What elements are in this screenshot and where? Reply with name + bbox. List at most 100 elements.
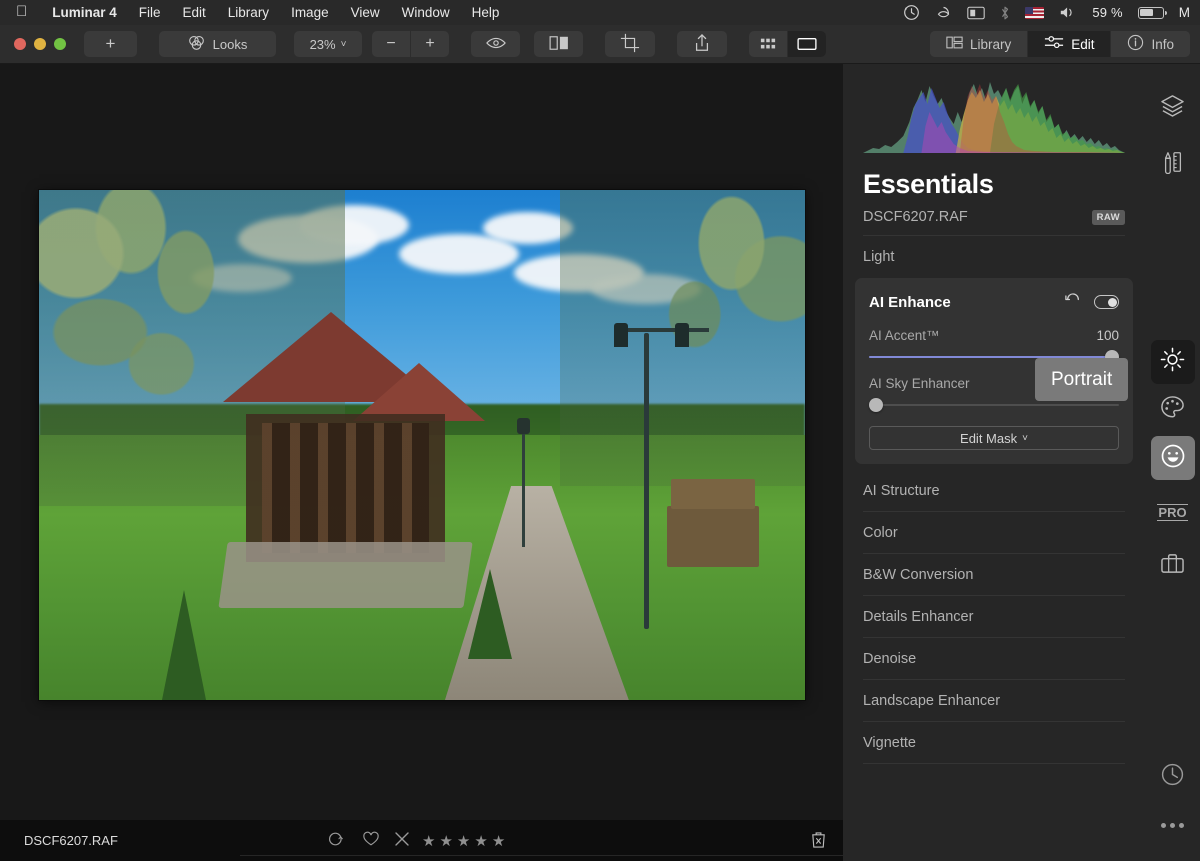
menu-item-view[interactable]: View [340,5,391,20]
rail-item-history[interactable] [1151,755,1195,799]
panel-section-vignette[interactable]: Vignette [863,722,1125,764]
rail-item-pro[interactable]: PRO [1151,490,1195,534]
panel-section-ai-structure-label: AI Structure [863,482,940,499]
looks-button[interactable]: Looks [159,31,276,57]
tooltip-portrait: Portrait [1035,358,1129,401]
panel-section-ai-structure[interactable]: AI Structure [863,470,1125,512]
app-toolbar: + Looks 23% ˅ − + Library Edit Info [0,25,1200,64]
ai-sky-knob[interactable] [869,398,883,412]
panel-section-color-label: Color [863,524,898,541]
star-5[interactable]: ★ [492,832,505,850]
star-2[interactable]: ★ [439,832,452,850]
status-file-name: DSCF6207.RAF [24,833,118,848]
tab-library[interactable]: Library [929,31,1028,57]
menu-item-file[interactable]: File [128,5,172,20]
menubar-truncated-item[interactable]: M [1179,5,1190,20]
star-3[interactable]: ★ [457,832,470,850]
ai-sky-track [869,404,1119,406]
rail-item-extras[interactable] [1151,544,1195,588]
close-window-button[interactable] [14,38,26,50]
photo-conifer-left [161,590,206,700]
reset-icon[interactable] [1065,292,1081,312]
chevron-down-icon: ˅ [340,38,347,50]
color-label-icon[interactable] [328,831,348,850]
add-images-button[interactable]: + [84,31,137,57]
histogram [863,78,1125,153]
ai-enhance-controls [1065,292,1119,312]
zoom-out-button[interactable]: − [372,31,410,57]
single-view-button[interactable] [788,31,826,57]
rail-item-tools[interactable] [1151,142,1195,186]
tab-info[interactable]: Info [1111,31,1190,57]
crop-icon [620,33,640,56]
menu-item-library[interactable]: Library [217,5,280,20]
rail-item-layers[interactable] [1151,86,1195,130]
menu-item-image[interactable]: Image [280,5,340,20]
rail-item-essentials[interactable] [1150,340,1195,384]
tab-edit[interactable]: Edit [1028,31,1111,57]
bluetooth-icon[interactable] [1000,5,1010,21]
apple-icon[interactable]:  [16,4,27,19]
us-flag-icon[interactable] [1025,6,1045,19]
minimize-window-button[interactable] [34,38,46,50]
panel-section-list-bottom: AI Structure Color B&W Conversion Detail… [863,470,1125,764]
panel-section-light[interactable]: Light [863,236,1125,278]
ai-enhance-header[interactable]: AI Enhance [869,288,1119,316]
edit-mask-button[interactable]: Edit Mask ˅ [869,426,1119,450]
star-4[interactable]: ★ [474,832,487,850]
rail-item-more[interactable] [1151,803,1195,847]
history-clock-icon [1160,762,1185,792]
page-title: Essentials [863,169,994,199]
tools-icon [1161,150,1185,179]
dropbox-icon[interactable] [935,5,952,20]
ai-accent-label-row: AI Accent™ 100 [869,328,1119,343]
heart-icon[interactable] [362,831,380,850]
compare-before-after-button[interactable] [534,31,583,57]
rail-item-creative[interactable] [1151,388,1195,432]
ai-enhance-toggle[interactable] [1094,295,1119,309]
crop-tool-button[interactable] [605,31,655,57]
zoom-stepper-group: − + [372,31,449,57]
menu-item-help[interactable]: Help [461,5,511,20]
share-export-button[interactable] [677,31,727,57]
photo-gazebo-roof-side [353,363,486,422]
zoom-in-button[interactable]: + [411,31,449,57]
panel-section-bw-conversion[interactable]: B&W Conversion [863,554,1125,596]
menu-item-window[interactable]: Window [391,5,461,20]
photo-lamp-head-right [674,322,689,347]
panel-section-details-enhancer[interactable]: Details Enhancer [863,596,1125,638]
zoom-level-dropdown[interactable]: 23% ˅ [294,31,362,57]
rating-controls: ★ ★ ★ ★ ★ [328,831,505,850]
panel-section-denoise[interactable]: Denoise [863,638,1125,680]
creative-palette-icon [1160,395,1185,425]
layers-icon [1160,94,1185,122]
preview-toggle-button[interactable] [471,31,520,57]
star-rating[interactable]: ★ ★ ★ ★ ★ [422,832,505,850]
rail-item-portrait[interactable] [1150,436,1195,480]
trash-icon[interactable] [810,830,827,852]
eye-icon [485,36,506,53]
panel-section-bw-conversion-label: B&W Conversion [863,566,974,583]
sliders-icon [1044,35,1064,53]
menu-item-edit[interactable]: Edit [172,5,217,20]
display-icon[interactable] [967,6,986,20]
menu-app-name[interactable]: Luminar 4 [41,5,128,20]
more-dots-icon [1161,822,1184,828]
photo-second-lamp [516,417,530,547]
ai-accent-label: AI Accent™ [869,328,940,343]
photo-preview[interactable] [39,190,805,700]
image-status-bar: DSCF6207.RAF ★ ★ ★ ★ ★ [0,820,843,861]
grid-view-button[interactable] [749,31,787,57]
battery-icon[interactable] [1137,6,1167,19]
library-icon [946,35,963,53]
ai-accent-value: 100 [1096,328,1119,343]
image-canvas[interactable]: DSCF6207.RAF ★ ★ ★ ★ ★ [0,64,843,861]
panel-section-details-enhancer-label: Details Enhancer [863,608,974,625]
volume-icon[interactable] [1059,5,1077,20]
panel-section-color[interactable]: Color [863,512,1125,554]
maximize-window-button[interactable] [54,38,66,50]
star-1[interactable]: ★ [422,832,435,850]
time-machine-icon[interactable] [903,4,920,21]
reject-x-icon[interactable] [394,831,410,850]
panel-section-landscape-enhancer[interactable]: Landscape Enhancer [863,680,1125,722]
